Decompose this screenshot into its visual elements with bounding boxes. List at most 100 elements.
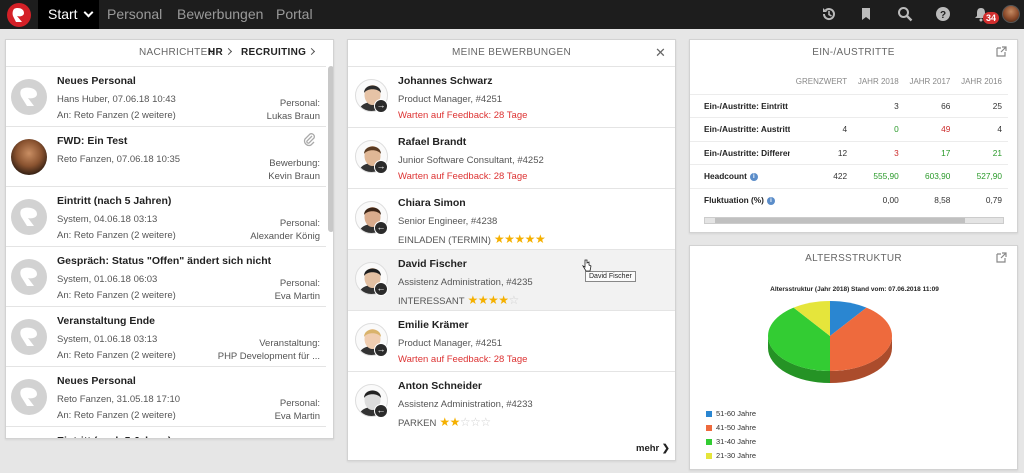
cell-grenzwert: 422 (790, 164, 854, 188)
header-grenzwert: GRENZWERT (795, 77, 848, 87)
message-ref-label: Veranstaltung: (259, 338, 320, 349)
applicant-name: Chiara Simon (398, 197, 466, 209)
cell-2018: 555,90 (853, 164, 905, 188)
chevron-right-icon (308, 47, 316, 56)
message-sender: System, 01.06.18 06:03 (57, 274, 158, 285)
app-logo-avatar (11, 319, 47, 355)
external-link-icon[interactable] (996, 46, 1007, 57)
cell-2016: 21 (956, 140, 1008, 165)
nav-bewerbungen[interactable]: Bewerbungen (177, 0, 263, 29)
age-structure-panel: ALTERSSTRUKTUR Altersstruktur (Jahr 2018… (689, 245, 1018, 470)
header-year-2016: JAHR 2016 (961, 77, 1002, 87)
message-item[interactable]: Veranstaltung Ende System, 01.06.18 03:13… (6, 306, 326, 366)
scrollbar-thumb[interactable] (328, 66, 333, 232)
message-title: FWD: Ein Test (57, 135, 128, 147)
message-item[interactable]: FWD: Ein Test Reto Fanzen, 07.06.18 10:35… (6, 126, 326, 186)
rating-stars[interactable]: ★★★★★ (494, 232, 546, 246)
message-ref-value[interactable]: Alexander König (250, 231, 320, 242)
cell-2016: 527,90 (956, 164, 1008, 188)
message-sender: System, 04.06.18 03:13 (57, 214, 158, 225)
more-link[interactable]: mehr ❯ (636, 443, 670, 454)
message-ref-label: Bewerbung: (269, 158, 320, 169)
legend-item[interactable]: 51-60 Jahre (706, 409, 756, 418)
nav-portal[interactable]: Portal (276, 0, 313, 29)
entries-exits-panel: EIN-/AUSTRITTE GRENZWERT JAHR 2018 JAHR … (689, 39, 1018, 233)
applicant-item[interactable]: → Rafael Brandt Junior Software Consulta… (348, 127, 675, 188)
app-logo-avatar (11, 379, 47, 415)
info-icon[interactable]: i (766, 196, 775, 205)
legend-item[interactable]: 21-30 Jahre (706, 451, 756, 460)
cell-2017: 8,58 (904, 187, 957, 212)
message-title: Neues Personal (57, 375, 136, 387)
user-avatar[interactable] (1002, 5, 1020, 23)
close-icon[interactable]: ✕ (655, 46, 666, 59)
scrollbar-thumb[interactable] (715, 218, 965, 223)
message-item[interactable]: Gespräch: Status "Offen" ändert sich nic… (6, 246, 326, 306)
history-icon[interactable] (821, 6, 837, 22)
legend-item[interactable]: 41-50 Jahre (706, 423, 756, 432)
legend-label: 51-60 Jahre (716, 409, 757, 418)
cell-grenzwert: 12 (790, 140, 854, 165)
tooltip: David Fischer (585, 271, 636, 282)
applicant-item[interactable]: → Emilie Krämer Product Manager, #4251 W… (348, 310, 675, 371)
app-logo[interactable] (7, 3, 31, 27)
search-icon[interactable] (897, 6, 913, 22)
row-label-text: Ein-/Austritte: Austritt (704, 124, 790, 135)
applicant-name: Rafael Brandt (398, 136, 467, 148)
applicant-role: Product Manager, #4251 (398, 338, 503, 349)
row-label: Ein-/Austritte: Differenzi (690, 140, 790, 165)
table-header-row: GRENZWERT JAHR 2018 JAHR 2017 JAHR 2016 (690, 70, 1008, 94)
rating-stars[interactable]: ★★★★☆ (468, 293, 520, 307)
row-label: Ein-/Austritte: Austritti (690, 117, 790, 141)
help-icon[interactable]: ? (935, 6, 951, 22)
table-row: Headcount i 422 555,90 603,90 527,90 (690, 164, 1008, 188)
message-ref-value[interactable]: Eva Martin (275, 291, 320, 302)
row-label-text: Ein-/Austritte: Eintritt (704, 100, 788, 111)
applicant-status: EINLADEN (TERMIN) ★★★★★ (398, 232, 546, 246)
table-row: Ein-/Austritte: Eintritti 36625 (690, 93, 1008, 118)
attachment-icon[interactable] (302, 133, 316, 147)
message-ref-label: Personal: (279, 218, 320, 229)
message-title: Eintritt (nach 5 Jahren) (57, 435, 171, 438)
row-label-text: Fluktuation (%) (704, 195, 764, 205)
crumb-label: NACHRICHTEN (139, 47, 216, 58)
breadcrumb-recruiting[interactable]: RECRUITING (241, 47, 316, 59)
status-text: Warten auf Feedback: 28 Tage (398, 110, 528, 121)
applicant-item[interactable]: ← Anton Schneider Assistenz Administrati… (348, 371, 675, 432)
chevron-down-icon (83, 7, 94, 18)
arrow-right-icon: → (374, 343, 388, 357)
nav-start[interactable]: Start (38, 0, 99, 29)
cell-2017: 17 (904, 140, 957, 165)
rating-stars[interactable]: ★★☆☆☆ (439, 415, 491, 429)
applicant-item[interactable]: → Johannes Schwarz Product Manager, #425… (348, 66, 675, 127)
applicant-item[interactable]: ← Chiara Simon Senior Engineer, #4238 EI… (348, 188, 675, 249)
message-ref-value[interactable]: PHP Development für ... (218, 351, 320, 362)
arrow-right-icon: → (374, 99, 388, 113)
age-structure-pie-chart (768, 301, 892, 383)
app-logo-avatar (11, 259, 47, 295)
message-item[interactable]: Eintritt (nach 5 Jahren) (6, 426, 326, 438)
table-row: Ein-/Austritte: Austritti40494 (690, 117, 1008, 141)
message-ref-value[interactable]: Lukas Braun (267, 111, 320, 122)
nav-personal[interactable]: Personal (107, 0, 162, 29)
message-item[interactable]: Neues Personal Hans Huber, 07.06.18 10:43… (6, 66, 326, 126)
legend-swatch (706, 439, 712, 446)
legend-item[interactable]: 31-40 Jahre (706, 437, 756, 446)
cell-2016: 25 (956, 93, 1008, 118)
message-sender: Hans Huber, 07.06.18 10:43 (57, 94, 176, 105)
message-item[interactable]: Neues Personal Reto Fanzen, 31.05.18 17:1… (6, 366, 326, 426)
message-ref-value[interactable]: Kevin Braun (268, 171, 320, 182)
bookmark-icon[interactable] (858, 6, 874, 22)
applicant-role: Assistenz Administration, #4235 (398, 277, 533, 288)
horizontal-scrollbar[interactable] (704, 217, 1004, 224)
header-label (690, 70, 790, 94)
external-link-icon[interactable] (996, 252, 1007, 263)
breadcrumb-messages[interactable]: NACHRICHTEN (139, 47, 215, 59)
message-item[interactable]: Eintritt (nach 5 Jahren) System, 04.06.18… (6, 186, 326, 246)
message-ref-value[interactable]: Eva Martin (275, 411, 320, 422)
applicant-status: Warten auf Feedback: 28 Tage (398, 171, 527, 182)
info-icon[interactable]: i (749, 173, 758, 182)
applicant-role: Assistenz Administration, #4233 (398, 399, 533, 410)
breadcrumb-hr[interactable]: HR (208, 47, 233, 59)
cell-2017: 49 (904, 117, 957, 141)
